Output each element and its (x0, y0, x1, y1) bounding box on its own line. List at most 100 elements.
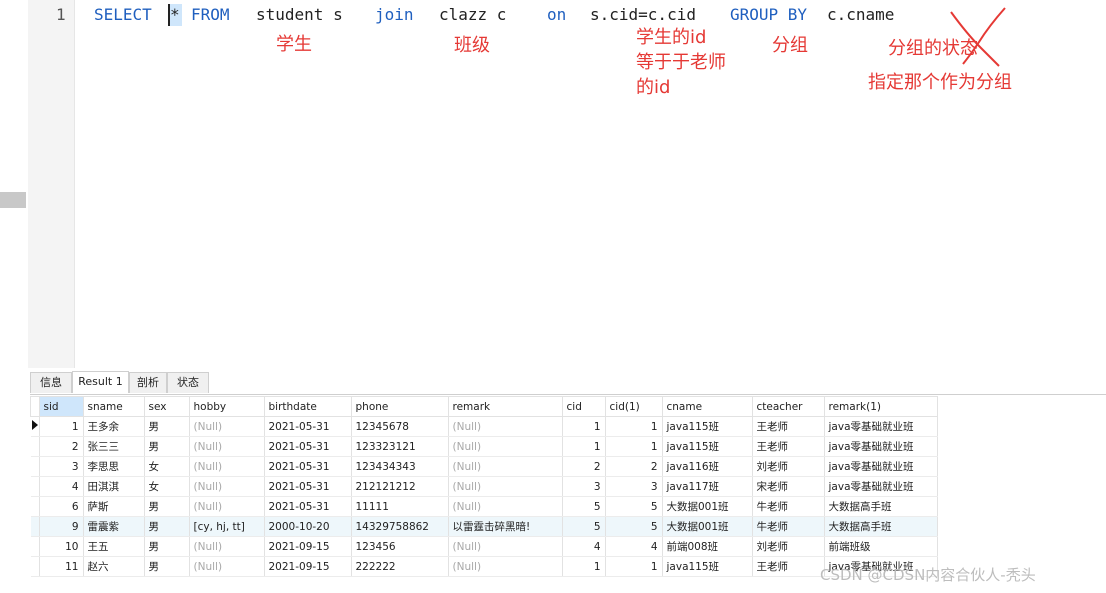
table-row[interactable]: 3 李思思女 (Null) 2021-05-31 123434343 (Null) 2 2 ja… (30, 456, 938, 477)
cell-phone[interactable]: 212121212 (351, 476, 449, 497)
column-header-remark[interactable]: remark (447, 396, 563, 417)
cell-birthdate[interactable]: 2021-05-31 (264, 416, 352, 437)
row-indicator[interactable] (30, 416, 40, 437)
cell-hobby[interactable]: (Null) (189, 416, 265, 437)
column-header-sid[interactable]: sid (38, 396, 84, 417)
table-row[interactable]: 10 王五男 (Null) 2021-09-15 123456 (Null) 4 4 前端008… (30, 536, 938, 557)
cell-hobby[interactable]: (Null) (189, 496, 265, 517)
cell-sid[interactable]: 11 (39, 556, 84, 577)
column-header-cname[interactable]: cname (661, 396, 753, 417)
cell-birthdate[interactable]: 2021-05-31 (264, 456, 352, 477)
cell-remark[interactable]: (Null) (448, 416, 563, 437)
cell-cname[interactable]: 大数据001班 (662, 516, 753, 537)
cell-remark[interactable]: (Null) (448, 456, 563, 477)
cell-cid[interactable]: 1 (562, 416, 606, 437)
cell-remark[interactable]: 以雷霆击碎黑暗! (448, 516, 563, 537)
cell-cid1[interactable]: 1 (605, 556, 663, 577)
cell-cteacher[interactable]: 刘老师 (752, 536, 825, 557)
cell-sid[interactable]: 6 (39, 496, 84, 517)
cell-sex[interactable]: 男 (144, 416, 190, 437)
cell-cteacher[interactable]: 王老师 (752, 416, 825, 437)
cell-sex[interactable]: 男 (144, 436, 190, 457)
cell-cname[interactable]: 前端008班 (662, 536, 753, 557)
cell-remark[interactable]: (Null) (448, 436, 563, 457)
cell-remark1[interactable]: java零基础就业班 (824, 436, 938, 457)
cell-cid1[interactable]: 1 (605, 436, 663, 457)
cell-cid[interactable]: 3 (562, 476, 606, 497)
cell-cid[interactable]: 2 (562, 456, 606, 477)
cell-cname[interactable]: 大数据001班 (662, 496, 753, 517)
cell-cteacher[interactable]: 牛老师 (752, 516, 825, 537)
cell-sex[interactable]: 男 (144, 496, 190, 517)
cell-sname[interactable]: 雷震紫 (83, 516, 145, 537)
cell-sname[interactable]: 王多余 (83, 416, 145, 437)
cell-sname[interactable]: 王五 (83, 536, 145, 557)
cell-hobby[interactable]: [cy, hj, tt] (189, 516, 265, 537)
cell-remark1[interactable]: 大数据高手班 (824, 516, 938, 537)
cell-cname[interactable]: java115班 (662, 416, 753, 437)
cell-cteacher[interactable]: 牛老师 (752, 496, 825, 517)
cell-cname[interactable]: java117班 (662, 476, 753, 497)
cell-birthdate[interactable]: 2021-09-15 (264, 536, 352, 557)
cell-sname[interactable]: 李思思 (83, 456, 145, 477)
column-header-hobby[interactable]: hobby (188, 396, 265, 417)
cell-cid[interactable]: 5 (562, 516, 606, 537)
cell-cteacher[interactable]: 刘老师 (752, 456, 825, 477)
cell-remark1[interactable]: java零基础就业班 (824, 416, 938, 437)
cell-cid1[interactable]: 2 (605, 456, 663, 477)
cell-sid[interactable]: 9 (39, 516, 84, 537)
column-header-cteacher[interactable]: cteacher (751, 396, 825, 417)
cell-cid1[interactable]: 3 (605, 476, 663, 497)
cell-remark[interactable]: (Null) (448, 556, 563, 577)
cell-remark1[interactable]: java零基础就业班 (824, 476, 938, 497)
cell-remark1[interactable]: java零基础就业班 (824, 456, 938, 477)
table-row[interactable]: 6 萨斯男 (Null) 2021-05-31 11111 (Null) 5 5 大数据001班… (30, 496, 938, 517)
cell-sid[interactable]: 3 (39, 456, 84, 477)
cell-cid1[interactable]: 5 (605, 516, 663, 537)
cell-cid1[interactable]: 1 (605, 416, 663, 437)
cell-hobby[interactable]: (Null) (189, 476, 265, 497)
cell-cname[interactable]: java116班 (662, 456, 753, 477)
cell-birthdate[interactable]: 2021-05-31 (264, 496, 352, 517)
column-header-cid-1[interactable]: cid(1) (604, 396, 663, 417)
column-header-sex[interactable]: sex (143, 396, 190, 417)
column-header-remark-1[interactable]: remark(1) (823, 396, 938, 417)
table-row[interactable]: 11 赵六男 (Null) 2021-09-15 222222 (Null) 1 1 java1… (30, 556, 938, 577)
row-indicator[interactable] (30, 556, 40, 577)
tab-result-1[interactable]: Result 1 (72, 371, 129, 393)
row-indicator[interactable] (30, 476, 40, 497)
cell-sex[interactable]: 女 (144, 476, 190, 497)
tab-info[interactable]: 信息 (30, 372, 72, 393)
row-indicator[interactable] (30, 436, 40, 457)
cell-birthdate[interactable]: 2021-05-31 (264, 436, 352, 457)
column-header-sname[interactable]: sname (82, 396, 145, 417)
row-indicator[interactable] (30, 536, 40, 557)
cell-cid[interactable]: 4 (562, 536, 606, 557)
column-header-cid[interactable]: cid (561, 396, 606, 417)
cell-hobby[interactable]: (Null) (189, 456, 265, 477)
cell-birthdate[interactable]: 2021-09-15 (264, 556, 352, 577)
cell-sex[interactable]: 男 (144, 556, 190, 577)
cell-cid[interactable]: 1 (562, 436, 606, 457)
cell-sname[interactable]: 田淇淇 (83, 476, 145, 497)
cell-phone[interactable]: 12345678 (351, 416, 449, 437)
cell-sid[interactable]: 1 (39, 416, 84, 437)
cell-phone[interactable]: 11111 (351, 496, 449, 517)
column-header-birthdate[interactable]: birthdate (263, 396, 352, 417)
cell-remark1[interactable]: 大数据高手班 (824, 496, 938, 517)
tab-status[interactable]: 状态 (167, 372, 209, 393)
row-indicator[interactable] (30, 496, 40, 517)
row-indicator[interactable] (30, 516, 40, 537)
cell-sex[interactable]: 女 (144, 456, 190, 477)
cell-remark1[interactable]: 前端班级 (824, 536, 938, 557)
cell-sex[interactable]: 男 (144, 516, 190, 537)
cell-cteacher[interactable]: 宋老师 (752, 476, 825, 497)
cell-cteacher[interactable]: 王老师 (752, 436, 825, 457)
table-row[interactable]: 2 张三三男 (Null) 2021-05-31 123323121 (Null) 1 1 ja… (30, 436, 938, 457)
cell-sex[interactable]: 男 (144, 536, 190, 557)
cell-hobby[interactable]: (Null) (189, 556, 265, 577)
row-indicator[interactable] (30, 456, 40, 477)
cell-hobby[interactable]: (Null) (189, 536, 265, 557)
cell-phone[interactable]: 222222 (351, 556, 449, 577)
cell-hobby[interactable]: (Null) (189, 436, 265, 457)
